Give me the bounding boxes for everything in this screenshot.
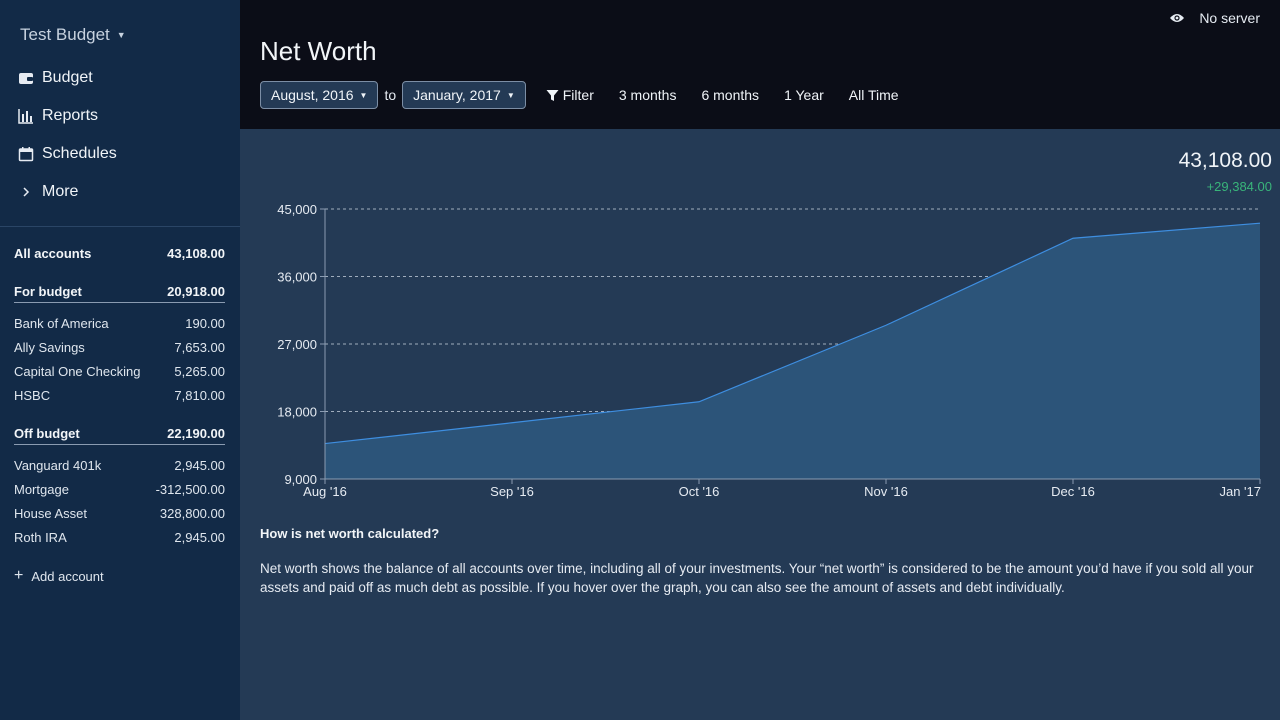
account-row[interactable]: Roth IRA 2,945.00	[14, 528, 225, 546]
end-month-value: January, 2017	[413, 87, 501, 103]
account-balance: 7,810.00	[174, 387, 225, 403]
sidebar-divider	[0, 226, 240, 227]
account-balance: 5,265.00	[174, 363, 225, 379]
range-6-months-button[interactable]: 6 months	[701, 87, 759, 103]
filter-icon	[546, 89, 559, 101]
account-row[interactable]: Mortgage -312,500.00	[14, 480, 225, 498]
nav-schedules-label: Schedules	[42, 145, 117, 162]
end-month-select[interactable]: January, 2017 ▼	[402, 81, 526, 109]
account-name: Mortgage	[14, 481, 69, 497]
x-tick-label: Jan '17	[1219, 484, 1261, 499]
bar-chart-icon	[18, 109, 33, 124]
x-tick-label: Aug '16	[303, 484, 347, 499]
report-controls: August, 2016 ▼ to January, 2017 ▼ Filter…	[260, 81, 899, 109]
account-balance: 2,945.00	[174, 529, 225, 545]
caret-down-icon: ▼	[359, 90, 368, 100]
account-name: House Asset	[14, 505, 87, 521]
chevron-right-icon	[23, 187, 30, 197]
x-tick-label: Dec '16	[1051, 484, 1095, 499]
account-name: Bank of America	[14, 315, 109, 331]
server-status-button[interactable]: No server	[1169, 10, 1260, 26]
add-account-label: Add account	[31, 568, 104, 584]
budget-name-label: Test Budget	[20, 25, 110, 44]
nav-schedules[interactable]: Schedules	[18, 143, 117, 165]
x-tick-label: Sep '16	[490, 484, 534, 499]
account-name: HSBC	[14, 387, 51, 403]
y-tick-label: 18,000	[277, 405, 317, 420]
account-balance: -312,500.00	[155, 481, 225, 497]
account-row[interactable]: Vanguard 401k 2,945.00	[14, 456, 225, 474]
filter-label: Filter	[562, 87, 594, 103]
explanation-title: How is net worth calculated?	[260, 526, 440, 541]
account-row[interactable]: House Asset 328,800.00	[14, 504, 225, 522]
calendar-icon	[18, 147, 34, 162]
net-worth-chart[interactable]: 9,00018,00027,00036,00045,000Aug '16 Sep …	[240, 129, 1280, 509]
page-header: No server Net Worth August, 2016 ▼ to Ja…	[240, 0, 1280, 129]
y-tick-label: 27,000	[277, 337, 317, 352]
add-account-button[interactable]: + Add account	[14, 568, 104, 584]
budget-name-menu[interactable]: Test Budget ▼	[20, 25, 126, 45]
range-3-months-button[interactable]: 3 months	[619, 87, 677, 103]
caret-down-icon: ▼	[116, 30, 126, 40]
plus-icon: +	[14, 567, 24, 584]
nav-budget-label: Budget	[42, 69, 93, 86]
nav-budget[interactable]: Budget	[18, 67, 93, 89]
account-balance: 328,800.00	[159, 505, 225, 521]
report-content: 43,108.00 +29,384.00 9,000 18,000 27,000 36…	[240, 129, 1280, 720]
server-status-label: No server	[1199, 10, 1260, 26]
for-budget-balance: 20,918.00	[167, 284, 225, 299]
y-tick-label: 36,000	[277, 270, 317, 285]
net-worth-area	[325, 223, 1260, 479]
wallet-icon	[19, 73, 33, 84]
for-budget-label: For budget	[14, 284, 82, 299]
x-tick-label: Nov '16	[864, 484, 908, 499]
account-name: Roth IRA	[14, 529, 67, 545]
account-row[interactable]: Ally Savings 7,653.00	[14, 338, 225, 356]
nav-more-label: More	[42, 183, 79, 200]
account-balance: 2,945.00	[174, 457, 225, 473]
range-to-label: to	[384, 87, 397, 103]
range-all-time-button[interactable]: All Time	[849, 87, 899, 103]
start-month-value: August, 2016	[271, 87, 354, 103]
account-name: Capital One Checking	[14, 363, 141, 379]
account-name: Ally Savings	[14, 339, 85, 355]
all-accounts-row[interactable]: All accounts 43,108.00	[14, 244, 225, 262]
all-accounts-label: All accounts	[14, 245, 92, 261]
range-1-year-button[interactable]: 1 Year	[784, 87, 824, 103]
account-balance: 7,653.00	[174, 339, 225, 355]
nav-reports-label: Reports	[42, 107, 99, 124]
y-tick-label: 45,000	[277, 202, 317, 217]
page-title: Net Worth	[260, 36, 377, 66]
all-accounts-balance: 43,108.00	[167, 245, 225, 261]
nav-more[interactable]: More	[18, 181, 78, 203]
account-name: Vanguard 401k	[14, 457, 102, 473]
caret-down-icon: ▼	[506, 90, 515, 100]
x-tick-label: Oct '16	[679, 484, 720, 499]
account-row[interactable]: HSBC 7,810.00	[14, 386, 225, 404]
start-month-select[interactable]: August, 2016 ▼	[260, 81, 379, 109]
account-row[interactable]: Capital One Checking 5,265.00	[14, 362, 225, 380]
nav-reports[interactable]: Reports	[18, 105, 98, 127]
filter-button[interactable]: Filter	[546, 87, 594, 103]
explanation-body: Net worth shows the balance of all accou…	[260, 561, 1254, 595]
for-budget-group[interactable]: For budget 20,918.00	[14, 283, 225, 303]
off-budget-balance: 22,190.00	[167, 426, 225, 441]
off-budget-group[interactable]: Off budget 22,190.00	[14, 425, 225, 445]
sidebar: Test Budget ▼ Budget Reports Schedules M…	[0, 0, 240, 720]
account-balance: 190.00	[185, 315, 225, 331]
off-budget-label: Off budget	[14, 426, 80, 441]
eye-icon	[1170, 14, 1185, 22]
account-row[interactable]: Bank of America 190.00	[14, 314, 225, 332]
